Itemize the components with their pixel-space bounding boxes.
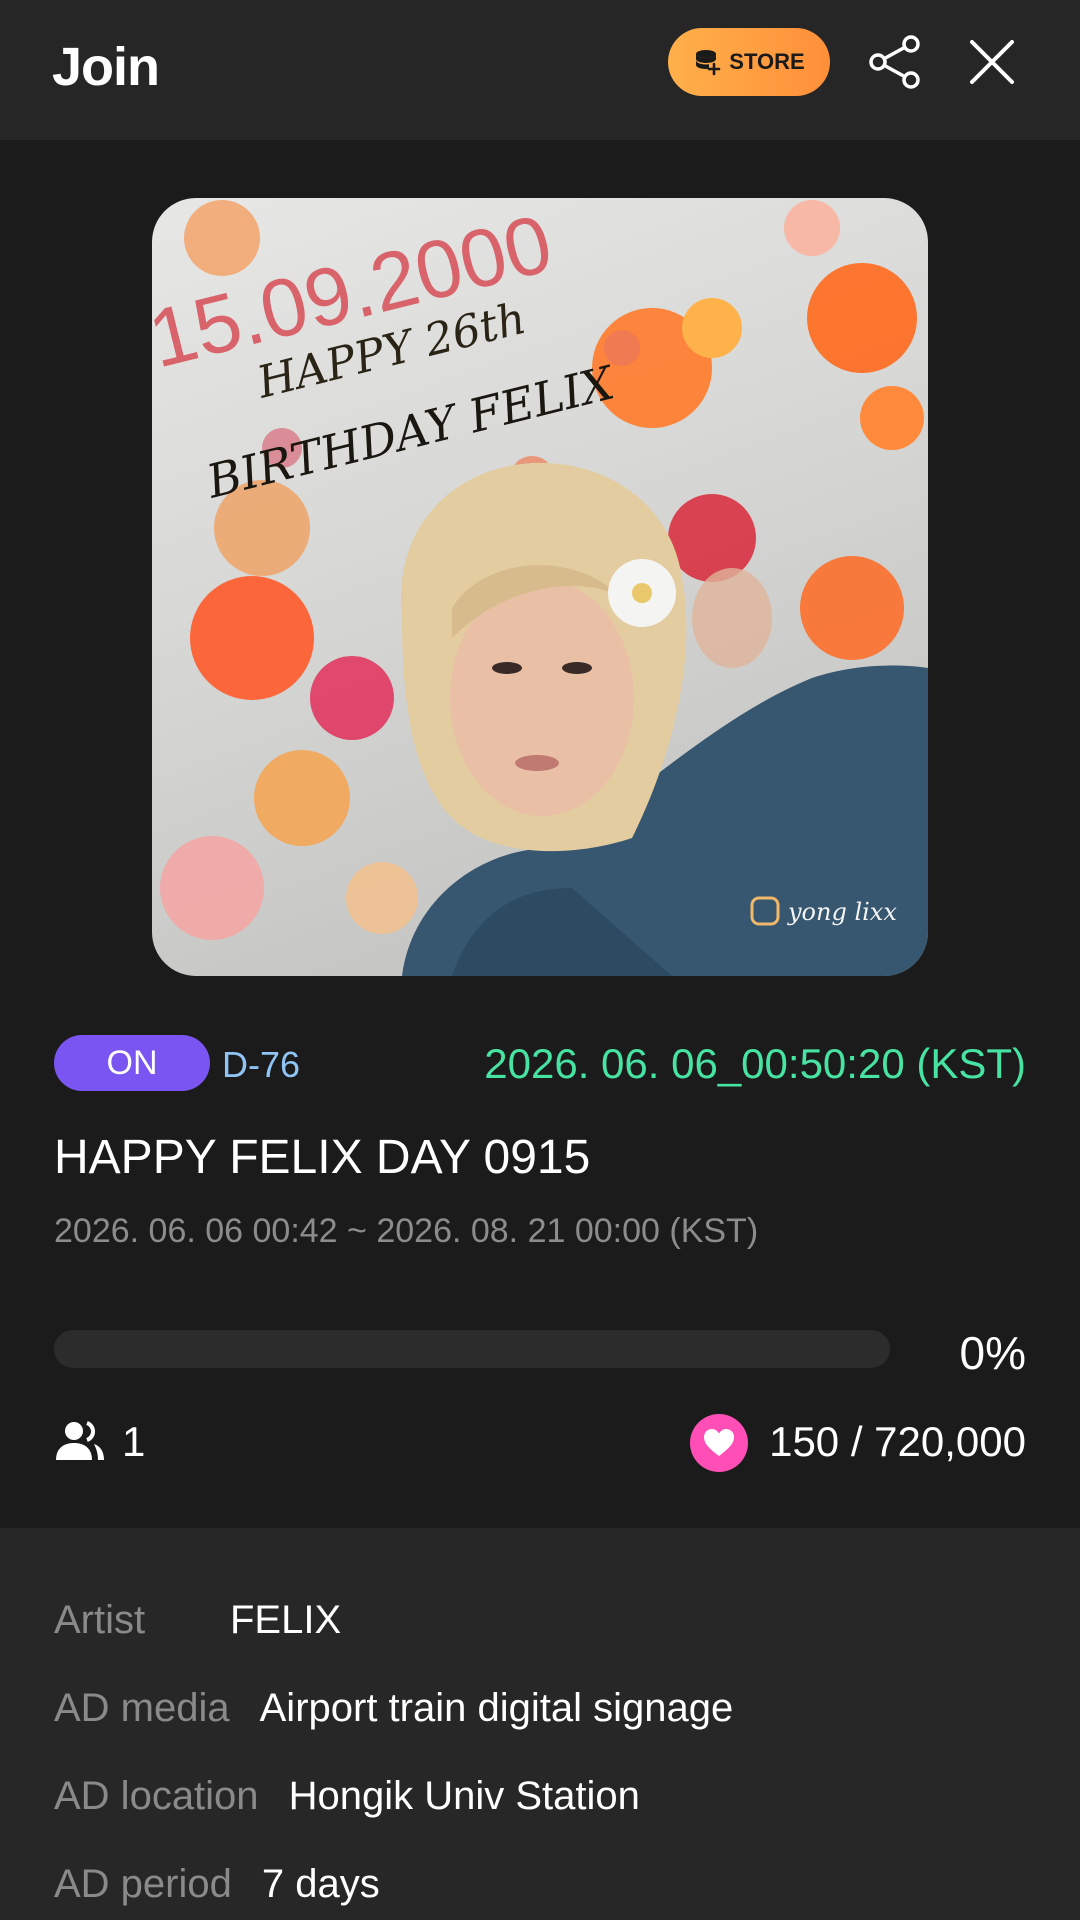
top-bar: Join STORE [0, 0, 1080, 140]
event-period: 2026. 06. 06 00:42 ~ 2026. 08. 21 00:00 … [54, 1212, 759, 1250]
detail-value: Airport train digital signage [259, 1686, 734, 1730]
detail-value: 7 days [261, 1862, 380, 1906]
d-day-counter: D-76 [222, 1044, 301, 1085]
ad-details-section: Artist FELIX AD media Airport train digi… [0, 1528, 1080, 1920]
detail-row-ad-media: AD media Airport train digital signage [54, 1686, 733, 1731]
share-icon[interactable] [866, 32, 926, 92]
event-title: HAPPY FELIX DAY 0915 [54, 1131, 591, 1184]
participants-count: 1 [122, 1418, 146, 1465]
detail-value: Hongik Univ Station [288, 1774, 640, 1818]
detail-row-ad-period: AD period 7 days [54, 1862, 380, 1907]
funding-progress-percent: 0% [959, 1327, 1026, 1379]
detail-label: Artist [54, 1598, 146, 1642]
funding-progress-bar [54, 1330, 890, 1368]
detail-value: FELIX [230, 1598, 342, 1642]
coin-stack-icon [696, 50, 721, 76]
detail-label: AD period [54, 1862, 232, 1906]
poster-watermark: yong lixx [787, 898, 897, 926]
hearts-count: 150 / 720,000 [769, 1418, 1026, 1465]
detail-label: AD media [54, 1686, 230, 1730]
store-label: STORE [729, 49, 805, 74]
detail-label: AD location [54, 1774, 259, 1818]
page-title: Join [52, 37, 160, 97]
event-poster-image[interactable]: 15.09.2000 HAPPY 26th BIRTHDAY FELIX yon… [152, 198, 928, 976]
countdown-timestamp: 2026. 06. 06_00:50:20 (KST) [484, 1040, 1026, 1087]
detail-row-ad-location: AD location Hongik Univ Station [54, 1774, 640, 1819]
status-badge: ON [54, 1035, 210, 1091]
heart-icon [690, 1414, 748, 1472]
store-button[interactable]: STORE [668, 28, 830, 96]
detail-row-artist: Artist FELIX [54, 1598, 341, 1643]
close-icon[interactable] [964, 32, 1020, 92]
people-icon [56, 1421, 104, 1460]
